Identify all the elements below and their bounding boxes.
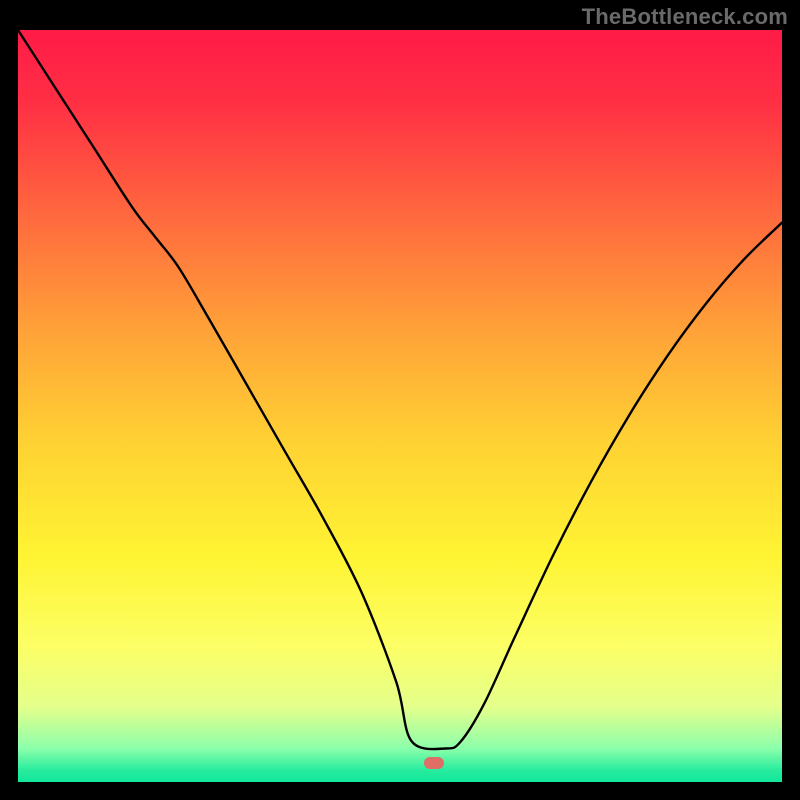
curve-line	[18, 30, 782, 782]
watermark-text: TheBottleneck.com	[582, 4, 788, 30]
chart-frame: TheBottleneck.com	[0, 0, 800, 800]
minimum-marker	[424, 757, 444, 769]
plot-area	[18, 30, 782, 782]
